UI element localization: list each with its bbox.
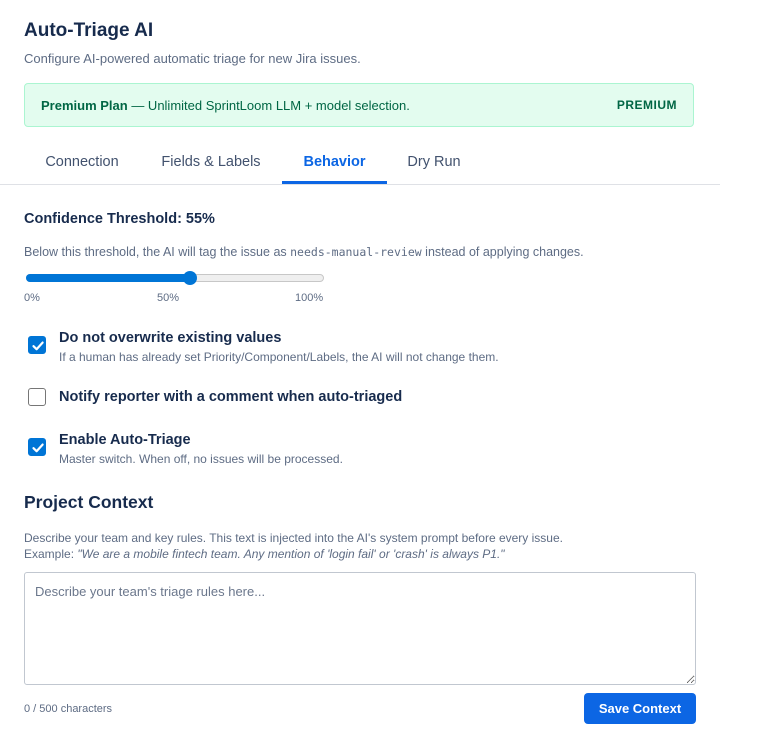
enable-auto-triage-checkbox[interactable] [28, 438, 46, 456]
confidence-threshold-slider[interactable] [26, 270, 326, 286]
tab-fields-labels[interactable]: Fields & Labels [148, 140, 274, 184]
threshold-help: Below this threshold, the AI will tag th… [24, 245, 584, 259]
tab-dry-run[interactable]: Dry Run [395, 140, 473, 184]
slider-min-label: 0% [24, 292, 40, 304]
no-overwrite-checkbox[interactable] [28, 336, 46, 354]
threshold-help-after: instead of applying changes. [421, 245, 584, 259]
project-context-help-text: Describe your team and key rules. This t… [24, 531, 563, 545]
tab-connection[interactable]: Connection [24, 140, 140, 184]
premium-badge: PREMIUM [616, 98, 677, 112]
slider-fill [26, 274, 190, 282]
page-title: Auto-Triage AI [24, 20, 154, 41]
character-counter: 0 / 500 characters [24, 703, 113, 715]
settings-tabs: Connection Fields & Labels Behavior Dry … [0, 140, 720, 185]
no-overwrite-title: Do not overwrite existing values [59, 330, 282, 346]
page-subtitle: Configure AI-powered automatic triage fo… [24, 51, 361, 66]
plan-detail: — Unlimited SprintLoom LLM + model selec… [127, 97, 410, 113]
checkmark-icon [32, 341, 44, 351]
manual-review-tag: needs-manual-review [290, 245, 422, 259]
notify-reporter-title: Notify reporter with a comment when auto… [59, 389, 403, 405]
checkmark-icon [32, 443, 44, 453]
premium-plan-banner: Premium Plan — Unlimited SprintLoom LLM … [24, 83, 694, 127]
threshold-value: 55% [185, 211, 215, 227]
project-context-textarea[interactable] [24, 572, 696, 685]
no-overwrite-description: If a human has already set Priority/Comp… [59, 350, 499, 364]
plan-description: Premium Plan — Unlimited SprintLoom LLM … [41, 98, 410, 113]
project-context-help: Describe your team and key rules. This t… [24, 530, 563, 562]
enable-auto-triage-description: Master switch. When off, no issues will … [59, 452, 343, 466]
threshold-help-before: Below this threshold, the AI will tag th… [24, 245, 291, 259]
slider-mid-label: 50% [157, 292, 180, 304]
enable-auto-triage-title: Enable Auto-Triage [59, 432, 191, 448]
slider-max-label: 100% [295, 292, 324, 304]
notify-reporter-checkbox[interactable] [28, 388, 46, 406]
project-context-heading: Project Context [24, 492, 154, 512]
threshold-label-text: Confidence Threshold: [24, 211, 186, 227]
save-context-button[interactable]: Save Context [584, 693, 696, 724]
auto-triage-settings-page: Auto-Triage AI Configure AI-powered auto… [0, 0, 767, 747]
plan-name: Premium Plan [41, 97, 128, 113]
project-context-example-line: Example: "We are a mobile fintech team. … [24, 546, 563, 562]
tab-behavior[interactable]: Behavior [282, 140, 387, 184]
slider-thumb[interactable] [182, 271, 197, 285]
example-prefix: Example: [24, 547, 78, 561]
example-text: "We are a mobile fintech team. Any menti… [77, 547, 505, 561]
confidence-threshold-label: Confidence Threshold: 55% [24, 211, 215, 227]
